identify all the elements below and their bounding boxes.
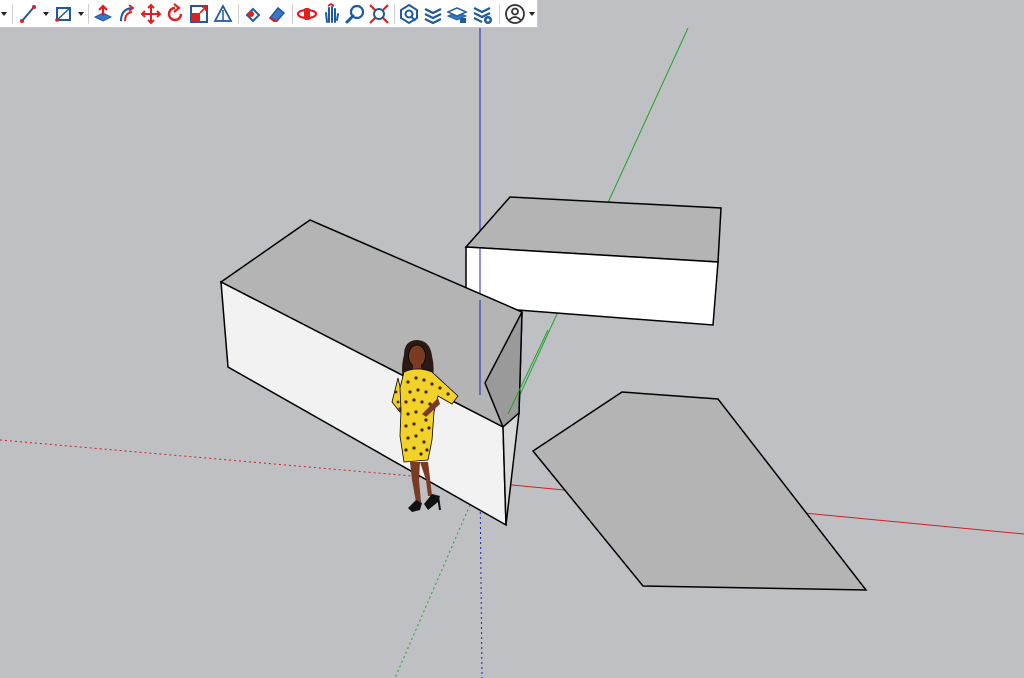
eraser-icon[interactable] <box>266 3 288 25</box>
orbit-icon[interactable] <box>296 3 318 25</box>
extension-icon[interactable] <box>422 3 444 25</box>
toolbar-separator <box>499 4 500 24</box>
pan-hand-icon[interactable] <box>320 3 342 25</box>
tape-measure-icon[interactable] <box>212 3 234 25</box>
move-icon[interactable] <box>140 3 162 25</box>
zoom-icon[interactable] <box>344 3 366 25</box>
rectangle-icon[interactable] <box>53 3 75 25</box>
layers-icon[interactable] <box>446 3 468 25</box>
toolbar-separator <box>292 4 293 24</box>
chevron-down-icon[interactable] <box>42 10 50 18</box>
scale-icon[interactable] <box>188 3 210 25</box>
modeling-viewport[interactable] <box>0 28 1024 678</box>
green-axis-dotted <box>394 481 481 678</box>
pencil-line-icon[interactable] <box>18 3 40 25</box>
push-pull-icon[interactable] <box>92 3 114 25</box>
toolbar-separator <box>88 4 89 24</box>
ground-face[interactable] <box>531 391 868 591</box>
toolbar-separator <box>394 4 395 24</box>
zoom-extents-icon[interactable] <box>368 3 390 25</box>
warehouse-icon[interactable] <box>398 3 420 25</box>
chevron-down-icon[interactable] <box>77 10 85 18</box>
scene-canvas[interactable] <box>0 28 1024 678</box>
chevron-down-icon[interactable] <box>0 10 8 18</box>
toolbar-separator <box>238 4 239 24</box>
offset-icon[interactable] <box>116 3 138 25</box>
paint-bucket-icon[interactable] <box>242 3 264 25</box>
toolbar-separator <box>12 4 13 24</box>
user-account-icon[interactable] <box>504 3 526 25</box>
rotate-icon[interactable] <box>164 3 186 25</box>
extension-manager-icon[interactable] <box>472 3 494 25</box>
toolbar <box>0 0 538 28</box>
chevron-down-icon[interactable] <box>528 10 536 18</box>
